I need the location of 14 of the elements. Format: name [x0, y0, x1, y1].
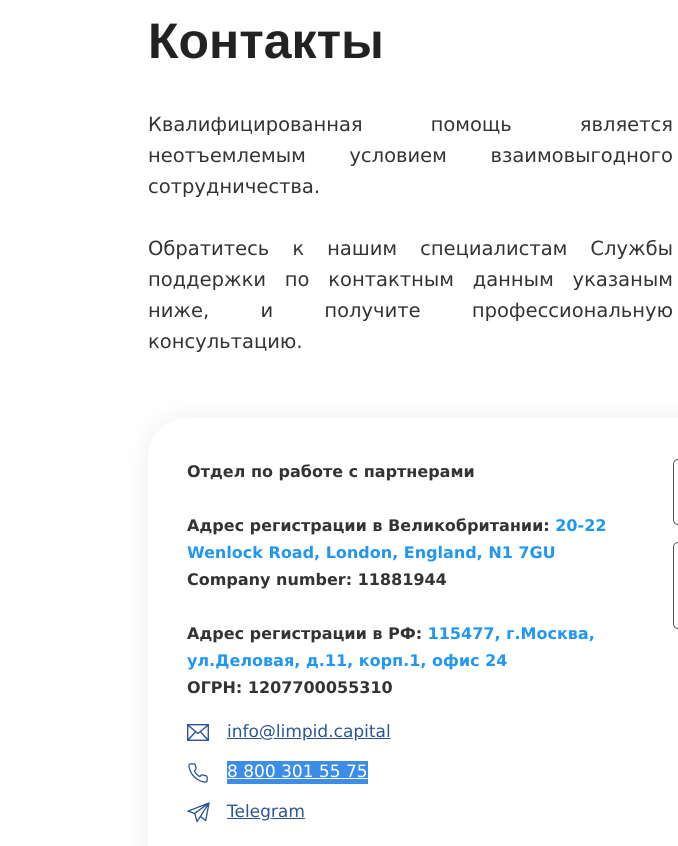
paper-plane-icon — [187, 802, 210, 823]
page-title: Контакты — [148, 12, 384, 71]
registration-address: Адрес регистрации в РФ: 115477, г.Москва, ул.Деловая, д.11, корп.1, офис 24 — [187, 623, 596, 672]
telegram-link[interactable]: Telegram — [227, 801, 305, 824]
registration-number: Company number: 11881944 — [187, 569, 448, 591]
intro-paragraph: Обратитесь к нашим специалистам Службы поддержки по контактным данным указаным ниже, и получите профессиональную консультацию. — [148, 236, 673, 355]
email-link[interactable]: info@limpid.capital — [227, 721, 391, 744]
envelope-icon — [187, 724, 209, 741]
intro-paragraph: Квалифицированная помощь является неотъемлемым условием взаимовыгодного сотрудничества. — [148, 112, 673, 200]
department-title: Отдел по работе с партнерами — [187, 461, 476, 483]
phone-icon — [187, 762, 209, 784]
outlined-panel — [673, 459, 678, 525]
registration-number: ОГРН: 1207700055310 — [187, 677, 394, 699]
registration-address: Адрес регистрации в Великобритании: 20-22 Wenlock Road, London, England, N1 7GU — [187, 515, 608, 564]
